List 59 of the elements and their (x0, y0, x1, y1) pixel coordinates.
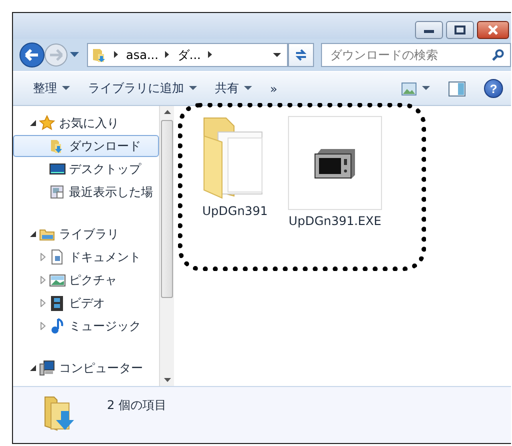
maximize-button[interactable] (446, 21, 474, 39)
toolbar-button[interactable]: 共有 (215, 80, 252, 97)
close-icon (486, 25, 500, 35)
tree-item[interactable]: ピクチャ (13, 269, 159, 291)
maximize-icon (453, 25, 467, 35)
close-button[interactable] (477, 21, 509, 39)
breadcrumb-arrow-icon[interactable] (114, 51, 119, 59)
breadcrumb[interactable]: ダ... (177, 46, 201, 64)
help-button[interactable]: ? (484, 79, 503, 98)
computer-icon (39, 360, 56, 376)
tree-item[interactable]: ビデオ (13, 292, 159, 314)
picture-icon (401, 82, 417, 96)
tree-item[interactable]: ダウンロード (13, 135, 159, 157)
history-caret-icon[interactable] (70, 52, 79, 58)
toolbar-button[interactable]: 整理 (33, 80, 70, 97)
expand-arrow-icon[interactable] (40, 299, 46, 307)
preview-pane-icon[interactable] (448, 80, 466, 96)
microwave-icon (313, 146, 357, 180)
caret-icon (422, 86, 430, 91)
toolbar-button[interactable]: » (270, 82, 278, 96)
expand-arrow-icon[interactable] (40, 253, 46, 261)
tree-item[interactable]: コンピューター (13, 357, 159, 379)
item-count-text: 2 個の項目 (107, 397, 166, 414)
toolbar-button[interactable]: ライブラリに追加 (88, 80, 197, 97)
scroll-down-arrow-icon[interactable] (164, 378, 170, 382)
downloads-folder-icon (91, 47, 107, 63)
star-icon (39, 115, 56, 131)
recent-places-icon (49, 184, 66, 200)
file-item[interactable]: UpDGn391.EXE (286, 114, 384, 230)
search-box[interactable]: ダウンロードの検索 (321, 43, 511, 67)
scroll-up-arrow-icon[interactable] (164, 110, 170, 114)
file-item[interactable]: UpDGn391 (198, 114, 272, 220)
picture-icon (49, 272, 66, 288)
music-note-icon (49, 318, 66, 334)
collapse-arrow-icon[interactable] (30, 365, 36, 371)
address-bar[interactable]: asa... ダ... (87, 43, 288, 67)
search-icon (492, 49, 504, 61)
collapse-arrow-icon[interactable] (30, 231, 36, 237)
tree-item[interactable]: ライブラリ (13, 223, 159, 245)
breadcrumb-arrow-icon[interactable] (165, 51, 170, 59)
tree-item[interactable]: お気に入り (13, 112, 159, 134)
back-button[interactable] (19, 42, 45, 68)
refresh-icon (294, 48, 308, 62)
tree-item[interactable]: 最近表示した場 (13, 181, 159, 203)
view-menu-button[interactable] (401, 82, 430, 96)
scrollbar[interactable] (159, 106, 174, 386)
refresh-button[interactable] (288, 43, 314, 67)
tree-item[interactable]: ミュージック (13, 315, 159, 337)
minimize-button[interactable] (415, 21, 443, 39)
collapse-arrow-icon[interactable] (30, 120, 36, 126)
breadcrumb[interactable]: asa... (126, 48, 158, 62)
breadcrumb-arrow-icon[interactable] (208, 51, 213, 59)
expand-arrow-icon[interactable] (40, 276, 46, 284)
expand-arrow-icon[interactable] (40, 322, 46, 330)
film-icon (49, 295, 66, 311)
tree-item[interactable]: ドキュメント (13, 246, 159, 268)
tree-item[interactable]: デスクトップ (13, 158, 159, 180)
dropdown-caret-icon[interactable] (273, 52, 281, 58)
desktop-icon (49, 161, 66, 177)
